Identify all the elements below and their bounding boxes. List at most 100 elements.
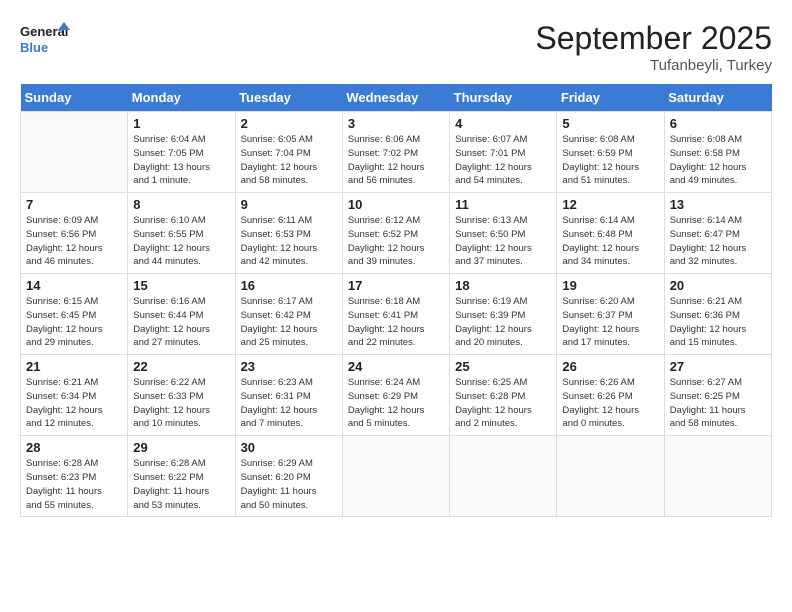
logo-svg: General Blue [20, 20, 70, 62]
calendar-cell: 30 Sunrise: 6:29 AM Sunset: 6:20 PM Dayli… [235, 436, 342, 517]
calendar-cell: 26 Sunrise: 6:26 AM Sunset: 6:26 PM Dayli… [557, 355, 664, 436]
day-info: Sunrise: 6:28 AM Sunset: 6:22 PM Dayligh… [133, 457, 229, 512]
calendar-cell: 22Sunrise: 6:22 AM Sunset: 6:33 PM Dayli… [128, 355, 235, 436]
day-number: 23 [241, 359, 337, 374]
day-number: 17 [348, 278, 444, 293]
day-number: 25 [455, 359, 551, 374]
day-number: 10 [348, 197, 444, 212]
calendar-cell [450, 436, 557, 517]
day-number: 26 [562, 359, 658, 374]
week-row-1: 7 Sunrise: 6:09 AM Sunset: 6:56 PM Daylig… [21, 193, 772, 274]
calendar-cell: 19Sunrise: 6:20 AM Sunset: 6:37 PM Dayli… [557, 274, 664, 355]
day-info: Sunrise: 6:28 AM Sunset: 6:23 PM Dayligh… [26, 457, 122, 512]
day-number: 29 [133, 440, 229, 455]
day-number: 12 [562, 197, 658, 212]
col-header-sunday: Sunday [21, 84, 128, 112]
title-block: September 2025 Tufanbeyli, Turkey [535, 20, 772, 74]
day-info: Sunrise: 6:10 AM Sunset: 6:55 PM Dayligh… [133, 214, 229, 269]
day-info: Sunrise: 6:13 AM Sunset: 6:50 PM Dayligh… [455, 214, 551, 269]
day-number: 4 [455, 116, 551, 131]
day-info: Sunrise: 6:29 AM Sunset: 6:20 PM Dayligh… [241, 457, 337, 512]
calendar-cell: 25 Sunrise: 6:25 AM Sunset: 6:28 PM Dayli… [450, 355, 557, 436]
day-number: 13 [670, 197, 766, 212]
day-info: Sunrise: 6:20 AM Sunset: 6:37 PM Dayligh… [562, 295, 658, 350]
calendar-cell: 28 Sunrise: 6:28 AM Sunset: 6:23 PM Dayli… [21, 436, 128, 517]
calendar-cell: 7 Sunrise: 6:09 AM Sunset: 6:56 PM Daylig… [21, 193, 128, 274]
day-info: Sunrise: 6:14 AM Sunset: 6:47 PM Dayligh… [670, 214, 766, 269]
day-number: 18 [455, 278, 551, 293]
calendar-cell: 10 Sunrise: 6:12 AM Sunset: 6:52 PM Dayli… [342, 193, 449, 274]
calendar-cell: 13 Sunrise: 6:14 AM Sunset: 6:47 PM Dayli… [664, 193, 771, 274]
calendar-cell: 5Sunrise: 6:08 AM Sunset: 6:59 PM Daylig… [557, 112, 664, 193]
calendar-cell: 16 Sunrise: 6:17 AM Sunset: 6:42 PM Dayli… [235, 274, 342, 355]
day-number: 14 [26, 278, 122, 293]
day-number: 30 [241, 440, 337, 455]
col-header-tuesday: Tuesday [235, 84, 342, 112]
calendar-cell: 29 Sunrise: 6:28 AM Sunset: 6:22 PM Dayli… [128, 436, 235, 517]
calendar-cell [342, 436, 449, 517]
week-row-4: 28 Sunrise: 6:28 AM Sunset: 6:23 PM Dayli… [21, 436, 772, 517]
day-number: 20 [670, 278, 766, 293]
calendar-cell [21, 112, 128, 193]
day-number: 6 [670, 116, 766, 131]
day-info: Sunrise: 6:16 AM Sunset: 6:44 PM Dayligh… [133, 295, 229, 350]
day-number: 16 [241, 278, 337, 293]
day-info: Sunrise: 6:12 AM Sunset: 6:52 PM Dayligh… [348, 214, 444, 269]
calendar-cell: 11 Sunrise: 6:13 AM Sunset: 6:50 PM Dayli… [450, 193, 557, 274]
day-info: Sunrise: 6:08 AM Sunset: 6:59 PM Dayligh… [562, 133, 658, 188]
col-header-friday: Friday [557, 84, 664, 112]
header-row: SundayMondayTuesdayWednesdayThursdayFrid… [21, 84, 772, 112]
day-info: Sunrise: 6:14 AM Sunset: 6:48 PM Dayligh… [562, 214, 658, 269]
logo: General Blue [20, 20, 70, 62]
calendar-cell: 15 Sunrise: 6:16 AM Sunset: 6:44 PM Dayli… [128, 274, 235, 355]
day-info: Sunrise: 6:17 AM Sunset: 6:42 PM Dayligh… [241, 295, 337, 350]
calendar-cell: 23 Sunrise: 6:23 AM Sunset: 6:31 PM Dayli… [235, 355, 342, 436]
calendar-cell [557, 436, 664, 517]
day-info: Sunrise: 6:21 AM Sunset: 6:36 PM Dayligh… [670, 295, 766, 350]
calendar-cell: 6 Sunrise: 6:08 AM Sunset: 6:58 PM Daylig… [664, 112, 771, 193]
calendar-cell: 8 Sunrise: 6:10 AM Sunset: 6:55 PM Daylig… [128, 193, 235, 274]
day-number: 27 [670, 359, 766, 374]
day-number: 21 [26, 359, 122, 374]
day-number: 24 [348, 359, 444, 374]
day-info: Sunrise: 6:04 AM Sunset: 7:05 PM Dayligh… [133, 133, 229, 188]
week-row-3: 21Sunrise: 6:21 AM Sunset: 6:34 PM Dayli… [21, 355, 772, 436]
day-info: Sunrise: 6:07 AM Sunset: 7:01 PM Dayligh… [455, 133, 551, 188]
calendar-cell: 20 Sunrise: 6:21 AM Sunset: 6:36 PM Dayli… [664, 274, 771, 355]
day-info: Sunrise: 6:26 AM Sunset: 6:26 PM Dayligh… [562, 376, 658, 431]
svg-text:Blue: Blue [20, 40, 48, 55]
day-number: 1 [133, 116, 229, 131]
day-info: Sunrise: 6:08 AM Sunset: 6:58 PM Dayligh… [670, 133, 766, 188]
day-number: 8 [133, 197, 229, 212]
calendar-cell: 27 Sunrise: 6:27 AM Sunset: 6:25 PM Dayli… [664, 355, 771, 436]
calendar-cell [664, 436, 771, 517]
day-info: Sunrise: 6:18 AM Sunset: 6:41 PM Dayligh… [348, 295, 444, 350]
day-info: Sunrise: 6:05 AM Sunset: 7:04 PM Dayligh… [241, 133, 337, 188]
day-number: 11 [455, 197, 551, 212]
day-info: Sunrise: 6:22 AM Sunset: 6:33 PM Dayligh… [133, 376, 229, 431]
day-number: 3 [348, 116, 444, 131]
col-header-saturday: Saturday [664, 84, 771, 112]
calendar-cell: 24Sunrise: 6:24 AM Sunset: 6:29 PM Dayli… [342, 355, 449, 436]
calendar-cell: 3 Sunrise: 6:06 AM Sunset: 7:02 PM Daylig… [342, 112, 449, 193]
day-info: Sunrise: 6:25 AM Sunset: 6:28 PM Dayligh… [455, 376, 551, 431]
day-info: Sunrise: 6:19 AM Sunset: 6:39 PM Dayligh… [455, 295, 551, 350]
day-number: 7 [26, 197, 122, 212]
col-header-monday: Monday [128, 84, 235, 112]
day-info: Sunrise: 6:27 AM Sunset: 6:25 PM Dayligh… [670, 376, 766, 431]
calendar-cell: 12 Sunrise: 6:14 AM Sunset: 6:48 PM Dayli… [557, 193, 664, 274]
month-title: September 2025 [535, 20, 772, 57]
day-info: Sunrise: 6:06 AM Sunset: 7:02 PM Dayligh… [348, 133, 444, 188]
day-number: 9 [241, 197, 337, 212]
calendar-cell: 14Sunrise: 6:15 AM Sunset: 6:45 PM Dayli… [21, 274, 128, 355]
calendar-cell: 2 Sunrise: 6:05 AM Sunset: 7:04 PM Daylig… [235, 112, 342, 193]
day-number: 15 [133, 278, 229, 293]
day-info: Sunrise: 6:23 AM Sunset: 6:31 PM Dayligh… [241, 376, 337, 431]
day-number: 28 [26, 440, 122, 455]
day-info: Sunrise: 6:09 AM Sunset: 6:56 PM Dayligh… [26, 214, 122, 269]
calendar-cell: 17 Sunrise: 6:18 AM Sunset: 6:41 PM Dayli… [342, 274, 449, 355]
day-info: Sunrise: 6:11 AM Sunset: 6:53 PM Dayligh… [241, 214, 337, 269]
day-number: 2 [241, 116, 337, 131]
calendar-cell: 4 Sunrise: 6:07 AM Sunset: 7:01 PM Daylig… [450, 112, 557, 193]
col-header-wednesday: Wednesday [342, 84, 449, 112]
